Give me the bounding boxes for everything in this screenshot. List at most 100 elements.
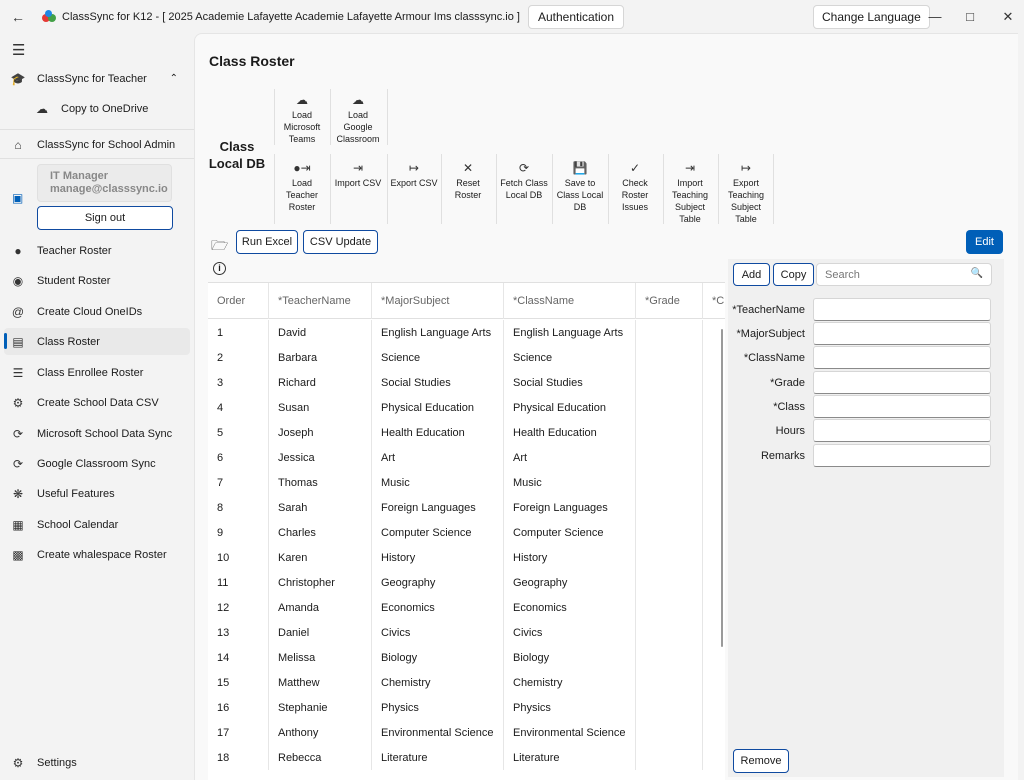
sidebar-item-teacher-roster[interactable]: ● Teacher Roster <box>4 237 190 264</box>
cell-classname[interactable]: Physics <box>504 695 636 720</box>
cell-majorsubject[interactable]: Biology <box>372 645 504 670</box>
cell-grade[interactable] <box>636 495 703 520</box>
cell-order[interactable]: 2 <box>208 345 269 370</box>
authentication-button[interactable]: Authentication <box>527 4 625 29</box>
cell-teachername[interactable]: Daniel <box>269 620 372 645</box>
export-csv-button[interactable]: ↦ Export CSV <box>389 160 439 189</box>
cell-teachername[interactable]: Barbara <box>269 345 372 370</box>
minimize-icon[interactable]: — <box>917 0 953 33</box>
cell-classname[interactable]: Economics <box>504 595 636 620</box>
cell-majorsubject[interactable]: Social Studies <box>372 370 504 395</box>
cell-grade[interactable] <box>636 520 703 545</box>
cell-teachername[interactable]: Christopher <box>269 570 372 595</box>
cell-majorsubject[interactable]: Music <box>372 470 504 495</box>
table-row[interactable]: 15 Matthew Chemistry Chemistry <box>208 670 725 695</box>
table-row[interactable]: 10 Karen History History <box>208 545 725 570</box>
nav-classsync-teacher[interactable]: 🎓 ClassSync for Teacher ⌃ <box>4 65 190 92</box>
cell-grade[interactable] <box>636 595 703 620</box>
cell-teachername[interactable]: Thomas <box>269 470 372 495</box>
table-row[interactable]: 2 Barbara Science Science <box>208 345 725 370</box>
add-button[interactable]: Add <box>733 263 770 286</box>
cell-teachername[interactable]: Susan <box>269 395 372 420</box>
cell-majorsubject[interactable]: Foreign Languages <box>372 495 504 520</box>
table-row[interactable]: 17 Anthony Environmental Science Environmen… <box>208 720 725 745</box>
majorsubject-field[interactable] <box>813 322 991 345</box>
table-row[interactable]: 18 Rebecca Literature Literature <box>208 745 725 770</box>
grid-scrollbar[interactable] <box>721 329 723 647</box>
table-row[interactable]: 11 Christopher Geography Geography <box>208 570 725 595</box>
class-roster-grid[interactable]: Order *TeacherName *MajorSubject *ClassN… <box>208 282 725 780</box>
cell-teachername[interactable]: Amanda <box>269 595 372 620</box>
table-row[interactable]: 16 Stephanie Physics Physics <box>208 695 725 720</box>
csv-update-button[interactable]: CSV Update <box>303 230 378 254</box>
remove-button[interactable]: Remove <box>733 749 789 773</box>
column-header-order[interactable]: Order <box>208 283 269 319</box>
teachername-field[interactable] <box>813 298 991 321</box>
cell-teachername[interactable]: Melissa <box>269 645 372 670</box>
cell-classname[interactable]: Chemistry <box>504 670 636 695</box>
cell-order[interactable]: 7 <box>208 470 269 495</box>
column-header-teachername[interactable]: *TeacherName <box>269 283 372 319</box>
export-teaching-subject-table-button[interactable]: ↦ Export Teaching Subject Table <box>720 160 772 225</box>
sidebar-item-google-classroom-sync[interactable]: ⟳ Google Classroom Sync <box>4 450 190 477</box>
close-icon[interactable]: ✕ <box>990 0 1024 33</box>
search-input[interactable] <box>817 264 967 285</box>
sidebar-item-class-roster[interactable]: ▤ Class Roster <box>4 328 190 355</box>
cell-order[interactable]: 11 <box>208 570 269 595</box>
cell-majorsubject[interactable]: Art <box>372 445 504 470</box>
cell-grade[interactable] <box>636 570 703 595</box>
cell-teachername[interactable]: Anthony <box>269 720 372 745</box>
cell-classname[interactable]: Literature <box>504 745 636 770</box>
column-header-classname[interactable]: *ClassName <box>504 283 636 319</box>
cell-teachername[interactable]: Karen <box>269 545 372 570</box>
load-teacher-roster-button[interactable]: ●⇥ Load Teacher Roster <box>277 160 327 213</box>
change-language-button[interactable]: Change Language <box>813 5 930 29</box>
cell-classname[interactable]: Computer Science <box>504 520 636 545</box>
run-excel-button[interactable]: Run Excel <box>236 230 298 254</box>
cell-majorsubject[interactable]: History <box>372 545 504 570</box>
cell-classname[interactable]: Civics <box>504 620 636 645</box>
cell-class[interactable] <box>703 720 725 745</box>
cell-majorsubject[interactable]: English Language Arts <box>372 320 504 345</box>
cell-classname[interactable]: Science <box>504 345 636 370</box>
table-row[interactable]: 8 Sarah Foreign Languages Foreign Languages <box>208 495 725 520</box>
column-header-class[interactable]: *C <box>703 283 725 319</box>
cell-order[interactable]: 17 <box>208 720 269 745</box>
cell-majorsubject[interactable]: Literature <box>372 745 504 770</box>
cell-grade[interactable] <box>636 670 703 695</box>
cell-order[interactable]: 14 <box>208 645 269 670</box>
fetch-class-local-db-button[interactable]: ⟳ Fetch Class Local DB <box>497 160 551 201</box>
cell-teachername[interactable]: Richard <box>269 370 372 395</box>
nav-copy-onedrive[interactable]: ☁ Copy to OneDrive <box>28 95 190 122</box>
class-field[interactable] <box>813 395 991 418</box>
edit-button[interactable]: Edit <box>966 230 1003 254</box>
load-google-classroom-button[interactable]: ☁ Load Google Classroom <box>332 92 384 145</box>
load-microsoft-teams-button[interactable]: ☁ Load Microsoft Teams <box>277 92 327 145</box>
copy-button[interactable]: Copy <box>773 263 814 286</box>
table-row[interactable]: 12 Amanda Economics Economics <box>208 595 725 620</box>
info-icon[interactable]: i <box>213 262 226 275</box>
cell-grade[interactable] <box>636 720 703 745</box>
cell-majorsubject[interactable]: Physics <box>372 695 504 720</box>
cell-order[interactable]: 12 <box>208 595 269 620</box>
cell-class[interactable] <box>703 645 725 670</box>
sidebar-item-create-cloud-oneids[interactable]: @ Create Cloud OneIDs <box>4 298 190 325</box>
cell-order[interactable]: 8 <box>208 495 269 520</box>
cell-class[interactable] <box>703 695 725 720</box>
cell-order[interactable]: 5 <box>208 420 269 445</box>
remarks-field[interactable] <box>813 444 991 467</box>
cell-grade[interactable] <box>636 645 703 670</box>
cell-grade[interactable] <box>636 620 703 645</box>
table-row[interactable]: 1 David English Language Arts English Langu… <box>208 320 725 345</box>
sidebar-item-create-school-data-csv[interactable]: ⚙ Create School Data CSV <box>4 389 190 416</box>
maximize-icon[interactable]: □ <box>952 0 988 33</box>
cell-grade[interactable] <box>636 370 703 395</box>
cell-grade[interactable] <box>636 445 703 470</box>
table-row[interactable]: 7 Thomas Music Music <box>208 470 725 495</box>
cell-teachername[interactable]: Matthew <box>269 670 372 695</box>
import-csv-button[interactable]: ⇥ Import CSV <box>332 160 384 189</box>
cell-teachername[interactable]: Stephanie <box>269 695 372 720</box>
cell-classname[interactable]: Music <box>504 470 636 495</box>
cell-majorsubject[interactable]: Economics <box>372 595 504 620</box>
cell-grade[interactable] <box>636 470 703 495</box>
